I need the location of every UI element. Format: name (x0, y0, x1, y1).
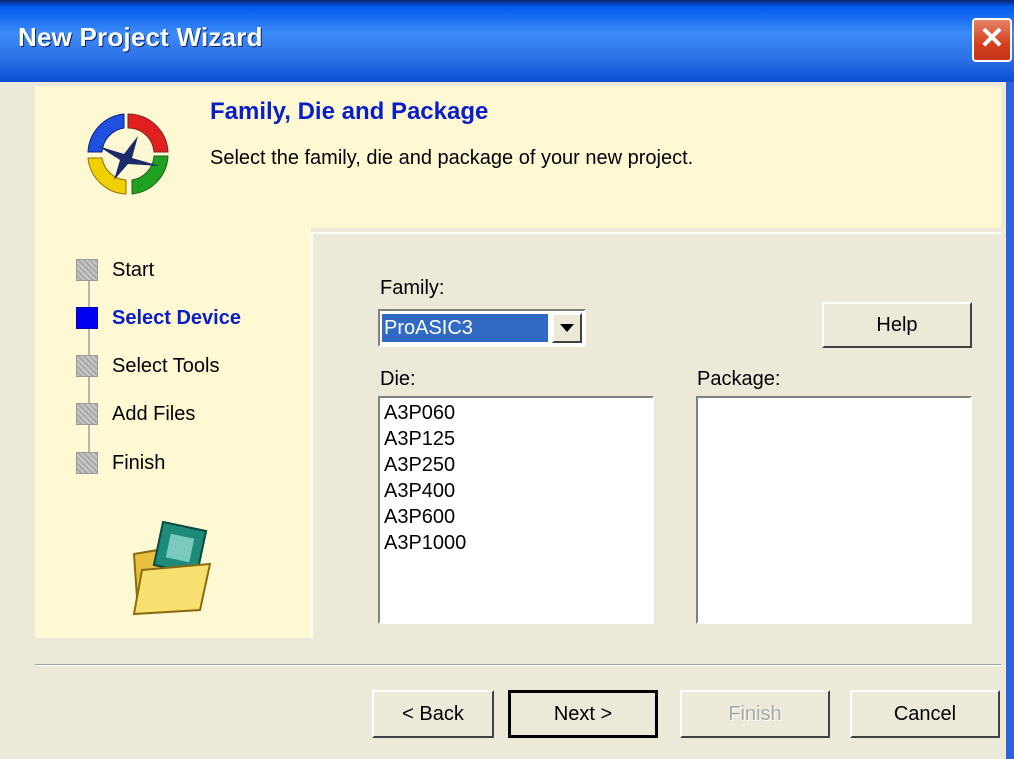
list-item[interactable]: A3P600 (380, 504, 652, 530)
back-button[interactable]: < Back (372, 690, 494, 738)
step-add-files: Add Files (76, 401, 195, 427)
footer-divider (35, 664, 1001, 666)
step-finish: Finish (76, 450, 165, 476)
dropdown-arrow-icon[interactable] (552, 313, 582, 343)
step-label: Select Tools (112, 354, 220, 377)
family-label: Family: (380, 277, 445, 299)
list-item[interactable]: A3P060 (380, 400, 652, 426)
finish-button[interactable]: Finish (680, 690, 830, 738)
die-label: Die: (380, 368, 416, 390)
step-start: Start (76, 257, 154, 283)
page-title: Family, Die and Package (210, 98, 489, 125)
die-list[interactable]: A3P060 A3P125 A3P250 A3P400 A3P600 A3P10… (378, 396, 654, 624)
step-label: Start (112, 258, 155, 281)
next-button[interactable]: Next > (508, 690, 658, 738)
help-button[interactable]: Help (822, 302, 972, 348)
step-label: Add Files (112, 402, 196, 425)
page-subtitle: Select the family, die and package of yo… (210, 147, 694, 169)
list-item[interactable]: A3P125 (380, 426, 652, 452)
list-item[interactable]: A3P1000 (380, 530, 652, 556)
step-marker (76, 403, 98, 425)
package-list[interactable] (696, 396, 972, 624)
step-select-device: Select Device (76, 305, 241, 331)
step-select-tools: Select Tools (76, 353, 219, 379)
step-marker (76, 355, 98, 377)
folder-chip-icon (132, 520, 212, 616)
close-button[interactable]: ✕ (972, 18, 1012, 62)
step-marker (76, 452, 98, 474)
list-item[interactable]: A3P250 (380, 452, 652, 478)
window-frame-right (1006, 82, 1014, 759)
list-item[interactable]: A3P400 (380, 478, 652, 504)
wizard-logo-icon (87, 113, 169, 195)
cancel-button[interactable]: Cancel (850, 690, 1000, 738)
family-select[interactable]: ProASIC3 (378, 309, 586, 347)
package-label: Package: (697, 368, 781, 390)
family-select-value[interactable]: ProASIC3 (381, 313, 549, 343)
title-bar[interactable]: New Project Wizard ✕ (0, 0, 1014, 82)
step-label: Select Device (112, 306, 241, 329)
step-marker (76, 259, 98, 281)
close-icon: ✕ (979, 22, 1005, 55)
step-marker-active (76, 307, 98, 329)
step-label: Finish (112, 451, 166, 474)
window-title: New Project Wizard (18, 22, 263, 52)
